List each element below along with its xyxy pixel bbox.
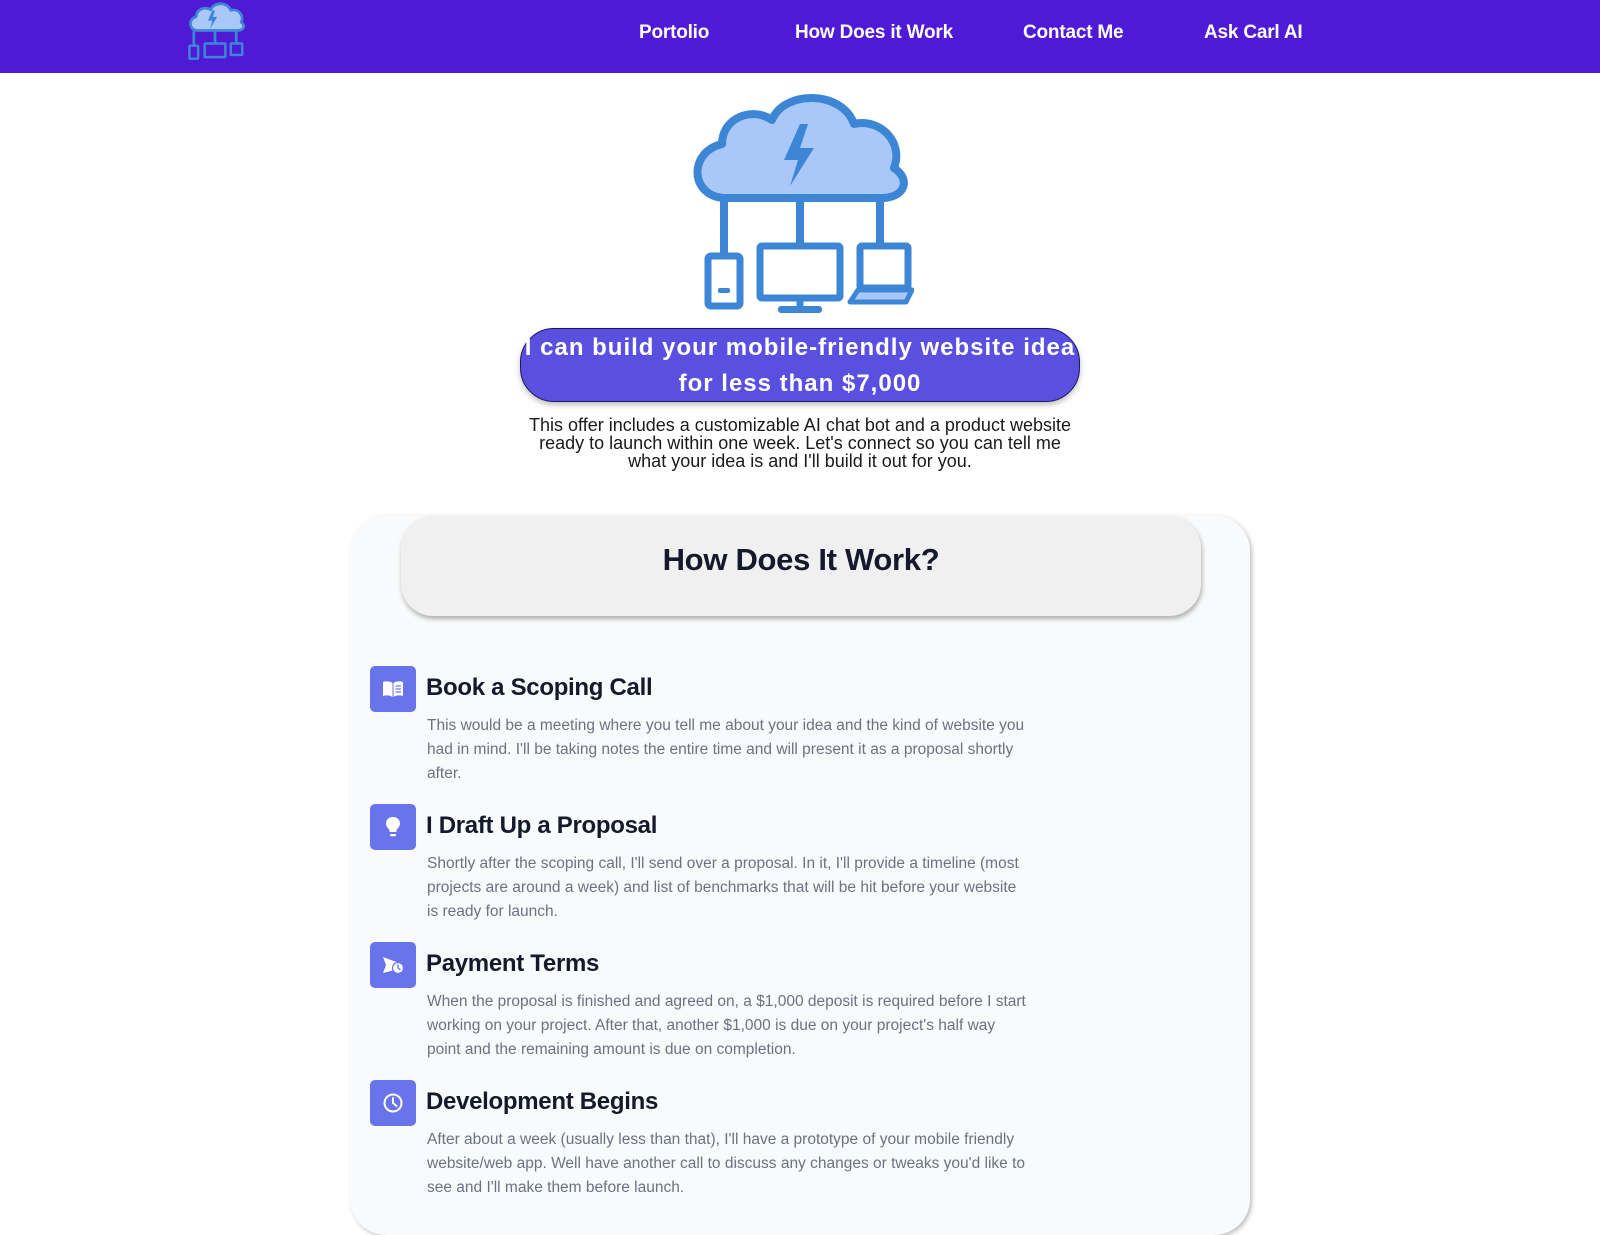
step-title: Payment Terms — [426, 950, 600, 977]
site-logo[interactable] — [183, 0, 247, 62]
step-description: When the proposal is finished and agreed… — [427, 993, 1026, 1058]
step-description: After about a week (usually less than th… — [427, 1131, 1026, 1196]
hero-headline-banner: I can build your mobile-friendly website… — [520, 328, 1080, 402]
cloud-devices-logo-icon — [188, 2, 246, 60]
step-icon-box — [370, 1080, 416, 1126]
step-description: This would be a meeting where you tell m… — [427, 717, 1025, 782]
step-icon-box — [370, 942, 416, 988]
clock-icon — [383, 1093, 403, 1113]
top-navbar: Portolio How Does it Work Contact Me Ask… — [0, 0, 1600, 73]
lightbulb-icon — [386, 817, 400, 837]
book-icon — [383, 681, 403, 697]
hero-subtext-line-2: ready to launch within one week. Let's c… — [539, 433, 1061, 453]
nav-link-ask-carl-ai[interactable]: Ask Carl AI — [1204, 22, 1303, 44]
nav-link-portfolio[interactable]: Portolio — [639, 22, 709, 44]
payment-schedule-icon — [383, 957, 405, 975]
hero-headline-line-1: I can build your mobile-friendly website… — [524, 334, 1076, 361]
step-icon-box — [370, 804, 416, 850]
hero-subtext: This offer includes a customizable AI ch… — [520, 416, 1080, 470]
nav-link-contact-me[interactable]: Contact Me — [1023, 22, 1124, 44]
cloud-lightning-devices-icon — [693, 94, 915, 313]
step-title: I Draft Up a Proposal — [426, 812, 658, 839]
step-icon-box — [370, 666, 416, 712]
hero-headline-line-2: for less than $7,000 — [678, 370, 922, 397]
hero-subtext-line-1: This offer includes a customizable AI ch… — [529, 415, 1071, 435]
step-description: Shortly after the scoping call, I'll sen… — [427, 855, 1019, 920]
step-title: Development Begins — [426, 1088, 658, 1115]
hero-subtext-line-3: what your idea is and I'll build it out … — [628, 451, 972, 471]
how-it-works-title: How Does It Work? — [662, 542, 940, 577]
step-title: Book a Scoping Call — [426, 674, 653, 701]
nav-link-how-does-it-work[interactable]: How Does it Work — [795, 22, 953, 44]
hero-illustration — [686, 88, 915, 316]
how-it-works-header: How Does It Work? — [401, 516, 1201, 616]
